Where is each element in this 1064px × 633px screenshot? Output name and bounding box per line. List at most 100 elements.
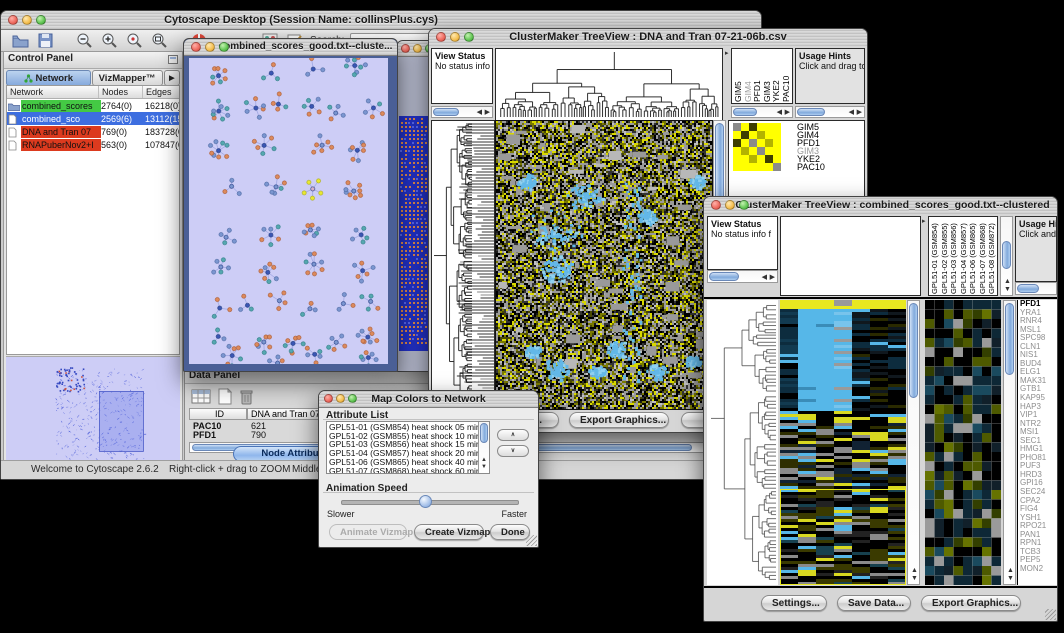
tv1-column-label[interactable]: GIM5	[734, 50, 743, 102]
tv2-column-label[interactable]: GPL51-02 (GSM855)	[940, 218, 949, 294]
move-up-button[interactable]: ∧	[497, 429, 529, 441]
dialog-titlebar[interactable]: Map Colors to Network	[319, 391, 538, 408]
resize-grip[interactable]	[1045, 609, 1056, 620]
close-button[interactable]	[8, 15, 18, 25]
network-nodes: 2764(0)	[101, 101, 145, 111]
close-button[interactable]	[191, 42, 201, 52]
tv2-hints-scrollbar[interactable]	[1015, 282, 1057, 295]
tv1-column-label[interactable]: GIM4	[744, 50, 753, 102]
network-row[interactable]: combined_scores2764(0)16218(0)	[7, 99, 179, 112]
tv1-labels-scrollbar[interactable]: ◀▶	[731, 106, 793, 118]
attribute-list-vscrollbar[interactable]: ▲▼	[478, 422, 489, 473]
column-header-network[interactable]: Network	[7, 86, 99, 98]
tv1-heatmap[interactable]	[495, 120, 713, 410]
tv1-status-scrollbar[interactable]: ◀▶	[431, 106, 493, 118]
control-panel: Control Panel Network VizMapper™ ▶ Netwo…	[3, 51, 183, 461]
tv2-heatmap[interactable]	[780, 300, 906, 585]
tv2-column-label[interactable]: GPL51-07 (GSM868)	[978, 218, 987, 294]
close-button[interactable]	[401, 44, 410, 53]
data-column-id[interactable]: ID	[189, 408, 247, 420]
treeview2-titlebar[interactable]: ClusterMaker TreeView : combined_scores_…	[704, 197, 1057, 215]
attribute-item[interactable]: GPL51-07 (GSM868) heat shock 60 min	[327, 467, 478, 474]
tv2-zoomed-heatmap[interactable]	[925, 300, 1001, 585]
tv2-row-dendrogram[interactable]	[707, 300, 778, 585]
close-button[interactable]	[436, 32, 446, 42]
tab-network[interactable]: Network	[6, 70, 91, 86]
create-vizmap-button[interactable]: Create Vizmap	[414, 524, 484, 540]
zoom-button[interactable]	[464, 32, 474, 42]
tv1-column-label[interactable]: YKE2	[772, 50, 781, 102]
attribute-listbox[interactable]: GPL51-01 (GSM854) heat shock 05 minGPL51…	[326, 421, 490, 474]
minimize-button[interactable]	[725, 200, 735, 210]
minimize-button[interactable]	[205, 42, 215, 52]
minimize-button[interactable]	[450, 32, 460, 42]
tv1-column-label[interactable]: PFD1	[753, 50, 762, 102]
tv2-status-scrollbar[interactable]: ◀▶	[707, 270, 778, 283]
minimize-button[interactable]	[22, 15, 32, 25]
network-row[interactable]: DNA and Tran 07769(0)183728(0)	[7, 125, 179, 138]
zoom-out-icon[interactable]	[75, 32, 94, 50]
tv2-column-dendrogram-area[interactable]	[780, 216, 921, 296]
tv1-export-graphics-button[interactable]: Export Graphics...	[569, 412, 669, 428]
zoom-selected-icon[interactable]	[125, 32, 144, 50]
tv1-correlation-matrix[interactable]	[733, 123, 781, 171]
birdseye-view[interactable]	[6, 356, 180, 461]
map-colors-dialog: Map Colors to Network Attribute List GPL…	[318, 390, 539, 548]
network-canvas[interactable]	[189, 58, 388, 364]
network-name: combined_scores	[21, 100, 101, 112]
network-row[interactable]: RNAPuberNov2+I563(0)107847(0)	[7, 138, 179, 151]
birdseye-canvas[interactable]	[6, 357, 180, 461]
network-edges: 107847(0)	[145, 140, 180, 150]
tv2-zoom-vscrollbar[interactable]: ▲▼	[1003, 300, 1016, 585]
move-down-button[interactable]: ∨	[497, 445, 529, 457]
tab-overflow-arrow-icon[interactable]: ▶	[164, 70, 180, 86]
tv1-row-dendrogram[interactable]	[431, 120, 495, 410]
treeview1-titlebar[interactable]: ClusterMaker TreeView : DNA and Tran 07-…	[429, 29, 867, 47]
zoom-button[interactable]	[739, 200, 749, 210]
zoom-fit-icon[interactable]	[150, 32, 169, 50]
zoom-button[interactable]	[219, 42, 229, 52]
data-row-value[interactable]: 790	[251, 431, 266, 440]
network-row[interactable]: combined_sco2569(6)13112(15)	[7, 112, 179, 125]
tv1-column-dendrogram[interactable]	[495, 48, 723, 121]
zoom-in-icon[interactable]	[100, 32, 119, 50]
expand-arrow-icon[interactable]: ▸	[922, 218, 926, 225]
save-icon[interactable]	[36, 32, 55, 50]
column-header-nodes[interactable]: Nodes	[99, 86, 143, 98]
tv2-labels-vscrollbar[interactable]: ▲▼	[1000, 216, 1013, 296]
tv2-column-label[interactable]: GPL51-01 (GSM854)	[930, 218, 939, 294]
dense-network-canvas[interactable]	[399, 116, 429, 351]
minimize-button[interactable]	[413, 44, 422, 53]
tv2-settings-button[interactable]: Settings...	[761, 595, 827, 611]
tv2-column-label[interactable]: GPL51-03 (GSM856)	[949, 218, 958, 294]
zoom-button[interactable]	[36, 15, 46, 25]
new-attribute-icon[interactable]	[217, 388, 233, 410]
data-row-id[interactable]: PFD1	[193, 431, 216, 440]
tv1-hints-scrollbar[interactable]: ◀▶	[795, 106, 865, 118]
column-header-edges[interactable]: Edges	[143, 86, 179, 98]
tv1-column-label[interactable]: PAC10	[782, 50, 791, 102]
tv2-column-label[interactable]: GPL51-06 (GSM865)	[968, 218, 977, 294]
expand-arrow-icon[interactable]: ▸	[725, 50, 729, 57]
tv2-save-data-button[interactable]: Save Data...	[837, 595, 911, 611]
network-window-titlebar[interactable]: combined_scores_good.txt--cluste...	[184, 39, 397, 56]
minimize-button[interactable]	[336, 394, 345, 403]
tv2-column-label[interactable]: GPL51-08 (GSM872)	[987, 218, 996, 294]
gene-label[interactable]: MON2	[1020, 565, 1057, 574]
tv1-column-label[interactable]: GIM3	[763, 50, 772, 102]
tv2-heatmap-vscrollbar[interactable]: ▲▼	[907, 300, 920, 585]
tv2-column-label[interactable]: GPL51-04 (GSM857)	[959, 218, 968, 294]
table-grid-icon[interactable]	[191, 388, 211, 410]
trash-icon[interactable]	[239, 388, 254, 410]
resize-grip[interactable]	[526, 535, 537, 546]
zoom-button[interactable]	[348, 394, 357, 403]
open-file-icon[interactable]	[11, 32, 30, 50]
close-button[interactable]	[711, 200, 721, 210]
done-button[interactable]: Done	[490, 524, 530, 540]
float-panel-icon[interactable]	[168, 55, 178, 64]
slider-thumb[interactable]	[419, 495, 432, 508]
tab-vizmapper[interactable]: VizMapper™	[92, 70, 163, 86]
tv1-row-label[interactable]: PAC10	[797, 163, 861, 171]
close-button[interactable]	[324, 394, 333, 403]
tv2-export-graphics-button[interactable]: Export Graphics...	[921, 595, 1021, 611]
